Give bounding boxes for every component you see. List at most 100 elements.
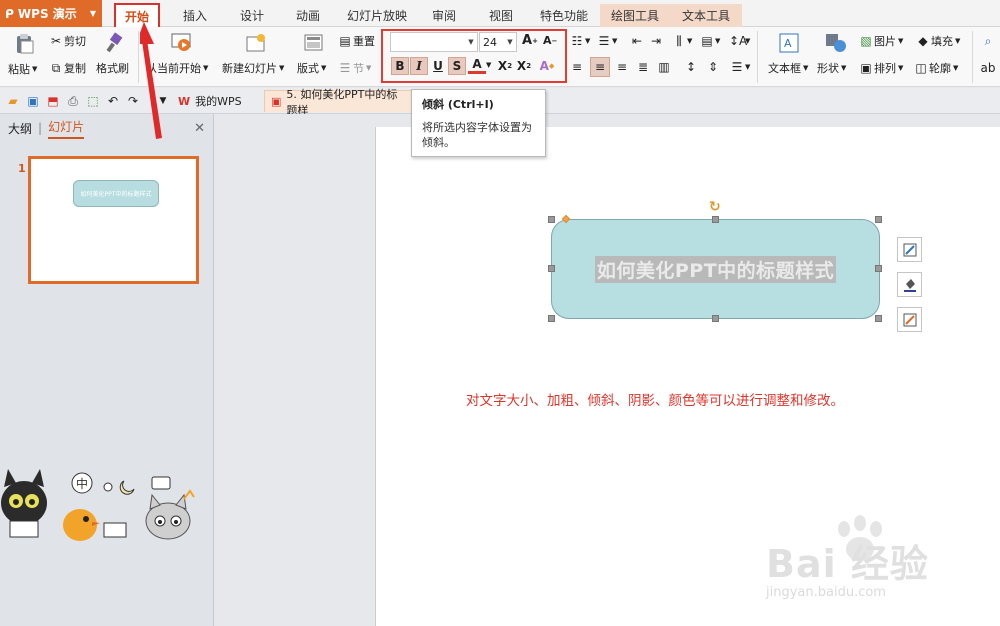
copy-button[interactable]: ⧉ 复制 — [48, 60, 86, 76]
find-button[interactable]: ⌕ — [980, 33, 996, 49]
title-text[interactable]: 如何美化PPT中的标题样式 — [594, 255, 837, 283]
section-button[interactable]: ☰ 节 ▼ — [337, 60, 372, 76]
redo-icon[interactable]: ↷ — [125, 93, 141, 109]
scissors-icon: ✂ — [50, 34, 62, 48]
black-cat-icon — [1, 469, 47, 538]
resize-handle[interactable] — [548, 216, 555, 223]
paragraph-settings-button[interactable]: ☰ ▼ — [729, 59, 751, 75]
resize-handle[interactable] — [875, 265, 882, 272]
app-name: WPS 演示 — [17, 7, 77, 21]
tab-document[interactable]: ▣ 5. 如何美化PPT中的标题样 — [264, 88, 414, 117]
numbering-button[interactable]: ☰ ▼ — [596, 33, 618, 49]
paste-button[interactable]: 粘贴 ▼ — [8, 61, 37, 77]
reset-button[interactable]: ▤ 重置 — [337, 33, 375, 49]
chevron-down-icon: ▼ — [89, 9, 96, 18]
tab-design[interactable]: 设计 — [229, 4, 275, 27]
increase-indent-button[interactable]: ⇥ — [648, 33, 664, 49]
justify-button[interactable]: ≣ — [635, 59, 651, 75]
text-box-button[interactable]: 文本框 ▼ — [768, 60, 808, 76]
text-direction-button[interactable]: ↕A ▼ — [729, 33, 750, 49]
layout-button[interactable]: 版式 ▼ — [297, 60, 326, 76]
annotation-arrow — [140, 22, 162, 139]
resize-handle[interactable] — [548, 265, 555, 272]
search-icon: ⌕ — [984, 34, 992, 48]
distribute-button[interactable]: ▥ — [656, 59, 672, 75]
outline-style-icon[interactable] — [897, 307, 922, 332]
bullets-button[interactable]: ☷ ▼ — [569, 33, 591, 49]
tab-insert[interactable]: 插入 — [172, 4, 218, 27]
resize-handle[interactable] — [875, 315, 882, 322]
divider — [757, 31, 758, 83]
align-text-button[interactable]: ▤ ▼ — [699, 33, 720, 49]
tab-special[interactable]: 特色功能 — [533, 4, 595, 27]
save-icon[interactable]: ▣ — [25, 93, 41, 109]
align-text-icon: ▤ — [701, 34, 713, 48]
svg-text:A: A — [784, 37, 792, 50]
chick-icon — [63, 509, 127, 541]
picture-button[interactable]: ▧ 图片 ▼ — [858, 33, 903, 49]
print-icon[interactable]: ⎙ — [65, 93, 81, 109]
watermark-url: jingyan.baidu.com — [766, 585, 886, 600]
rotate-handle-icon[interactable]: ↻ — [709, 199, 721, 215]
slideshow-play-icon[interactable] — [170, 32, 194, 54]
resize-handle[interactable] — [712, 315, 719, 322]
app-menu-button[interactable]: ᑭ WPS 演示 ▼ — [0, 0, 102, 27]
undo-icon[interactable]: ↶ — [105, 93, 121, 109]
format-painter-button[interactable]: 格式刷 — [96, 60, 129, 76]
fill-bucket-icon[interactable] — [897, 272, 922, 297]
tab-text-tools[interactable]: 文本工具 — [670, 4, 742, 27]
new-slide-icon[interactable] — [244, 32, 268, 54]
new-slide-button[interactable]: 新建幻灯片 ▼ — [222, 60, 284, 76]
outline-button[interactable]: ◫ 轮廓 ▼ — [913, 60, 958, 76]
title-shape[interactable]: 如何美化PPT中的标题样式 — [551, 219, 880, 319]
resize-handle[interactable] — [548, 315, 555, 322]
align-left-button[interactable]: ≡ — [569, 59, 585, 75]
numbering-icon: ☰ — [598, 34, 610, 48]
wps-w-icon: W — [178, 94, 191, 108]
tab-slides[interactable]: 幻灯片 — [48, 118, 85, 139]
indent-icon: ⇥ — [650, 34, 662, 48]
panel-tabs: 大纲 | 幻灯片 — [0, 114, 214, 142]
align-center-button[interactable]: ≡ — [590, 57, 610, 77]
gray-cat-icon — [145, 489, 195, 540]
align-right-icon: ≡ — [616, 60, 628, 74]
cartoon-decoration: 中 — [1, 469, 195, 541]
tab-drawing-tools[interactable]: 绘图工具 — [600, 4, 670, 27]
print-preview-icon[interactable]: ⬚ — [85, 93, 101, 109]
tab-outline[interactable]: 大纲 — [8, 120, 32, 137]
italic-tooltip: 倾斜 (Ctrl+I) 将所选内容字体设置为倾斜。 — [411, 89, 546, 157]
columns-button[interactable]: ⫼ ▼ — [671, 33, 692, 49]
tab-view[interactable]: 视图 — [478, 4, 524, 27]
fill-bucket-icon: ◆ — [918, 34, 928, 48]
align-center-icon: ≡ — [594, 60, 606, 74]
slide-thumbnail[interactable]: 如何美化PPT中的标题样式 — [28, 156, 199, 284]
replace-button[interactable]: ab — [980, 60, 996, 76]
decrease-indent-button[interactable]: ⇤ — [629, 33, 645, 49]
align-right-button[interactable]: ≡ — [614, 59, 630, 75]
tab-review[interactable]: 审阅 — [421, 4, 467, 27]
text-box-icon[interactable]: A — [778, 32, 800, 54]
edit-shape-icon[interactable] — [897, 237, 922, 262]
paragraph-spacing-button[interactable]: ⇕ — [705, 59, 721, 75]
fill-button[interactable]: ◆ 填充 ▼ — [915, 33, 960, 49]
layout-icon[interactable] — [303, 32, 325, 54]
tab-my-wps[interactable]: W 我的WPS — [172, 90, 248, 112]
arrange-button[interactable]: ▣ 排列 ▼ — [858, 60, 903, 76]
shape-button[interactable]: 形状 ▼ — [817, 60, 846, 76]
arrange-icon: ▣ — [860, 61, 872, 75]
resize-handle[interactable] — [875, 216, 882, 223]
cut-button[interactable]: ✂ 剪切 — [48, 33, 86, 49]
line-spacing-button[interactable]: ↕ — [683, 59, 699, 75]
export-pdf-icon[interactable]: ⬒ — [45, 93, 61, 109]
open-folder-icon[interactable]: ▰ — [5, 93, 21, 109]
zhong-bubble-icon: 中 — [71, 472, 171, 495]
shape-icon[interactable] — [824, 32, 848, 54]
slides-panel: 大纲 | 幻灯片 ✕ 1 如何美化PPT中的标题样式 中 — [0, 114, 214, 626]
close-icon[interactable]: ✕ — [194, 121, 205, 136]
format-painter-icon[interactable] — [104, 32, 124, 54]
outline-icon: ◫ — [915, 61, 927, 75]
tab-slideshow[interactable]: 幻灯片放映 — [341, 4, 413, 27]
resize-handle[interactable] — [712, 216, 719, 223]
tab-animation[interactable]: 动画 — [285, 4, 331, 27]
paste-icon[interactable] — [12, 33, 36, 55]
